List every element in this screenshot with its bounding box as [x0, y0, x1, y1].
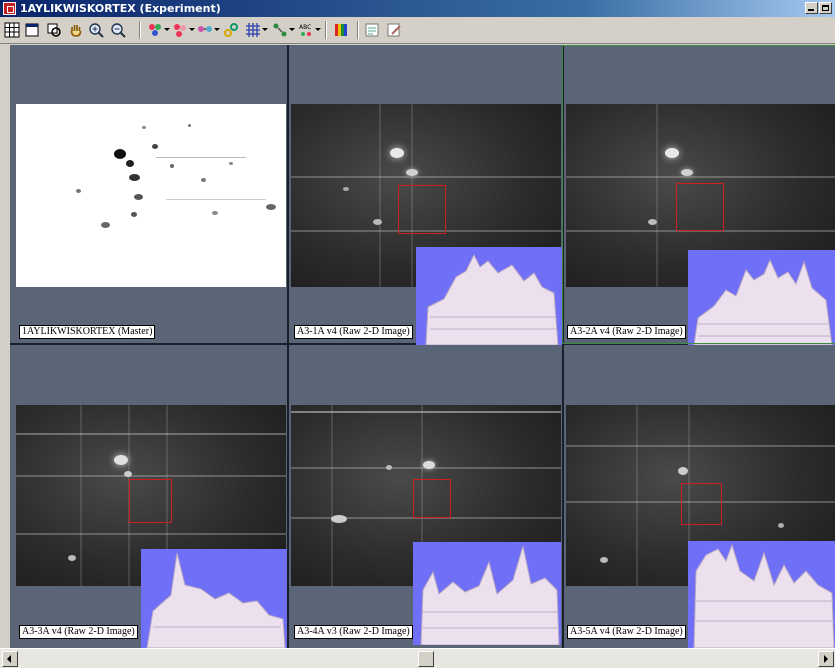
gel-panel-a3-4a[interactable]: A3-4A v3 (Raw 2-D Image): [289, 345, 562, 648]
toolbar-separator: [139, 21, 141, 39]
spot-edit-icon[interactable]: [172, 22, 195, 38]
3d-surface-view[interactable]: [416, 247, 562, 345]
roi-box[interactable]: [129, 479, 172, 523]
roi-box[interactable]: [413, 479, 451, 518]
zoom-in-icon[interactable]: [88, 22, 105, 38]
3d-surface-view[interactable]: [141, 549, 287, 648]
scroll-thumb[interactable]: [418, 651, 434, 667]
spot-link-icon[interactable]: [223, 22, 240, 38]
scroll-right-icon[interactable]: [818, 651, 834, 667]
roi-box[interactable]: [676, 183, 724, 231]
spot-detect-icon[interactable]: [147, 22, 170, 38]
gel-panel-a3-3a[interactable]: A3-3A v4 (Raw 2-D Image): [10, 345, 287, 648]
app-icon[interactable]: [3, 2, 16, 15]
layout-grid-icon[interactable]: [4, 22, 21, 38]
report-icon[interactable]: [364, 22, 381, 38]
panel-caption: A3-2A v4 (Raw 2-D Image): [567, 325, 686, 339]
fit-view-icon[interactable]: [46, 22, 63, 38]
panel-caption: A3-1A v4 (Raw 2-D Image): [294, 325, 413, 339]
hand-pan-icon[interactable]: [68, 22, 85, 38]
master-gel-image[interactable]: [16, 104, 286, 287]
gel-panel-a3-2a[interactable]: A3-2A v4 (Raw 2-D Image): [564, 45, 835, 345]
horizontal-scrollbar[interactable]: [0, 648, 835, 668]
color-bars-icon[interactable]: [333, 22, 350, 38]
zoom-out-icon[interactable]: [110, 22, 127, 38]
gel-panel-master[interactable]: 1AYLIKWISKORTEX (Master): [10, 45, 287, 343]
spot-match-icon[interactable]: [197, 22, 220, 38]
panel-caption: A3-3A v4 (Raw 2-D Image): [19, 625, 138, 639]
toolbar-separator: [357, 21, 359, 39]
roi-box[interactable]: [398, 185, 446, 234]
toolbar: ABC: [0, 17, 835, 44]
minimize-button[interactable]: [805, 2, 818, 14]
svg-text:ABC: ABC: [299, 24, 311, 31]
panel-caption: A3-5A v4 (Raw 2-D Image): [567, 625, 686, 639]
gel-panel-a3-5a[interactable]: A3-5A v4 (Raw 2-D Image): [564, 345, 835, 648]
gel-panel-a3-1a[interactable]: A3-1A v4 (Raw 2-D Image): [289, 45, 562, 345]
panel-caption: A3-4A v3 (Raw 2-D Image): [294, 625, 413, 639]
scroll-left-icon[interactable]: [2, 651, 18, 667]
grid-overlay-icon[interactable]: [245, 22, 268, 38]
window-title: 1AYLIKWISKORTEX (Experiment): [20, 2, 221, 15]
window-icon[interactable]: [24, 22, 41, 38]
3d-surface-view[interactable]: [688, 541, 835, 648]
gel-workspace: 1AYLIKWISKORTEX (Master) A3-1A v4 (Raw 2…: [10, 45, 835, 648]
crop-tool-icon[interactable]: [272, 22, 295, 38]
maximize-button[interactable]: [819, 2, 832, 14]
edit-notes-icon[interactable]: [386, 22, 403, 38]
title-bar: 1AYLIKWISKORTEX (Experiment): [0, 0, 835, 17]
3d-surface-view[interactable]: [413, 542, 561, 645]
3d-surface-view[interactable]: [688, 250, 835, 345]
roi-box[interactable]: [681, 483, 722, 525]
toolbar-separator: [325, 21, 327, 39]
panel-caption: 1AYLIKWISKORTEX (Master): [19, 325, 156, 339]
label-abc-icon[interactable]: ABC: [298, 22, 321, 38]
